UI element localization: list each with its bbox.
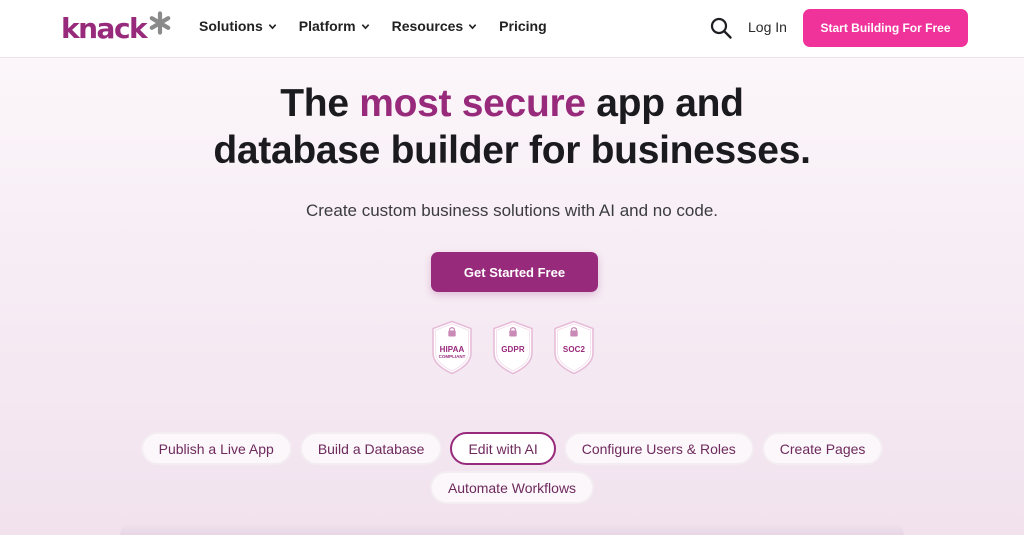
- knack-logo[interactable]: knack: [61, 10, 172, 45]
- menu-label: Solutions: [199, 18, 263, 34]
- feature-tabs-row-2: Automate Workflows: [0, 471, 1024, 504]
- preview-card-edge: [120, 523, 904, 535]
- headline-line2: database builder for businesses.: [213, 129, 811, 172]
- search-icon[interactable]: [709, 16, 733, 40]
- chevron-down-icon: [468, 23, 477, 29]
- logo-wordmark: knack: [61, 11, 148, 45]
- login-link[interactable]: Log In: [748, 19, 787, 35]
- menu-label: Pricing: [499, 18, 547, 34]
- badge-sublabel: COMPLIANT: [438, 354, 466, 359]
- tab-publish-live-app[interactable]: Publish a Live App: [140, 432, 292, 465]
- feature-tabs-row-1: Publish a Live App Build a Database Edit…: [0, 432, 1024, 465]
- menu-item-pricing[interactable]: Pricing: [499, 18, 546, 34]
- top-navbar: knack Solutions Platform Resources Prici…: [0, 0, 1024, 58]
- chevron-down-icon: [361, 23, 369, 29]
- tab-build-database[interactable]: Build a Database: [299, 432, 443, 465]
- tab-create-pages[interactable]: Create Pages: [761, 432, 884, 465]
- get-started-button[interactable]: Get Started Free: [431, 252, 598, 292]
- gdpr-badge: GDPR: [492, 320, 534, 375]
- hero-headline: The most secure app and database builder…: [0, 80, 1024, 174]
- badge-label: GDPR: [501, 345, 525, 354]
- chevron-down-icon: [268, 23, 277, 29]
- menu-label: Resources: [391, 18, 464, 34]
- asterisk-logo-icon: [148, 10, 172, 40]
- main-menu: Solutions Platform Resources Pricing: [199, 18, 569, 34]
- badge-label: HIPAA: [439, 345, 465, 354]
- menu-item-platform[interactable]: Platform: [299, 18, 370, 34]
- badge-label: SOC2: [562, 345, 586, 354]
- tab-automate-workflows[interactable]: Automate Workflows: [429, 471, 595, 504]
- menu-label: Platform: [298, 18, 356, 34]
- headline-post: app and: [585, 82, 744, 125]
- compliance-badges: HIPAA COMPLIANT GDPR SOC2: [431, 320, 595, 375]
- soc2-badge: SOC2: [553, 320, 595, 375]
- tab-edit-with-ai[interactable]: Edit with AI: [450, 432, 556, 465]
- headline-accent: most secure: [359, 82, 586, 125]
- hero-subtitle: Create custom business solutions with AI…: [305, 201, 718, 220]
- start-building-button[interactable]: Start Building For Free: [803, 9, 968, 47]
- hipaa-badge: HIPAA COMPLIANT: [431, 320, 473, 375]
- menu-item-resources[interactable]: Resources: [392, 18, 478, 34]
- headline-pre: The: [280, 82, 360, 125]
- tab-configure-users-roles[interactable]: Configure Users & Roles: [563, 432, 754, 465]
- menu-item-solutions[interactable]: Solutions: [199, 18, 277, 34]
